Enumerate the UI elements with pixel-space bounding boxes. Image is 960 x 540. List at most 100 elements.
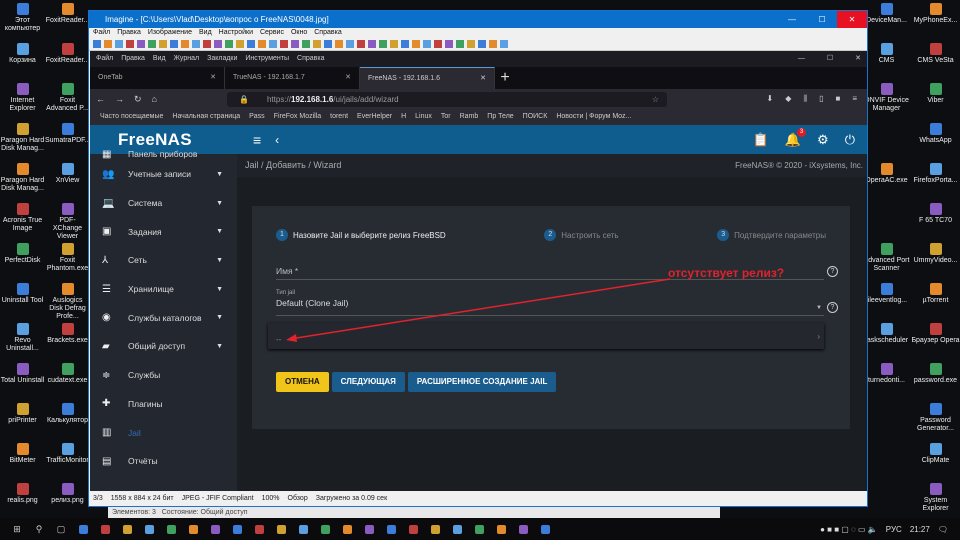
toolbar-button-icon[interactable] [225,40,233,48]
power-icon[interactable]: ⏻ [845,132,855,148]
desktop-icon[interactable]: priPrinter [0,402,45,438]
taskbar-app-icon[interactable] [360,522,378,536]
desktop-icon[interactable]: taskscheduler [862,322,911,358]
freenas-logo[interactable]: FreeNAS [90,130,237,150]
desktop-icon[interactable]: realis.png [0,482,45,518]
tab-close-icon[interactable]: ✕ [345,67,351,89]
bookmark-item[interactable]: Linux [415,109,432,125]
back-icon[interactable]: ← [96,94,105,104]
desktop-icon[interactable]: Revo Uninstall... [0,322,45,358]
desktop-icon[interactable] [862,442,911,478]
clipboard-icon[interactable]: 📋 [753,132,769,148]
desktop-icon[interactable]: FirefoxPorta... [911,162,960,198]
toolbar-button-icon[interactable] [181,40,189,48]
home-icon[interactable]: ⌂ [152,94,157,104]
toolbar-button-icon[interactable] [423,40,431,48]
taskbar-app-icon[interactable] [96,522,114,536]
bookmark-item[interactable]: Tor [441,109,451,125]
desktop-icon[interactable] [862,482,911,518]
menu-item[interactable]: Настройки [219,28,253,38]
toolbar-button-icon[interactable] [445,40,453,48]
toolbar-button-icon[interactable] [269,40,277,48]
maximize-button[interactable]: ☐ [827,51,833,67]
toolbar-button-icon[interactable] [489,40,497,48]
title-bar[interactable]: Imagine - [C:\Users\Vlad\Desktop\вопрос … [89,11,867,28]
toolbar-button-icon[interactable] [280,40,288,48]
desktop-icon[interactable]: ClipMate [911,442,960,478]
toolbar-button-icon[interactable] [302,40,310,48]
toolbar-button-icon[interactable] [401,40,409,48]
menu-item[interactable]: Изображение [148,28,192,38]
desktop-icon[interactable]: FoxitReader... [45,42,90,78]
desktop-icon[interactable] [862,122,911,158]
url-bar[interactable]: 🔒 https://192.168.1.6/ui/jails/add/wizard… [226,91,667,107]
breadcrumb-jail[interactable]: Jail [245,160,259,170]
bookmark-item[interactable]: Новости | Форум Moz... [556,109,631,125]
toolbar-button-icon[interactable] [126,40,134,48]
sidebar-item[interactable]: ▥ Jail [90,418,237,447]
menu-toggle-icon[interactable]: ≡ [253,132,261,148]
firefox-menu-item[interactable]: Справка [297,51,324,67]
desktop-icon[interactable]: BitMeter [0,442,45,478]
desktop-icon[interactable]: turnedonti... [862,362,911,398]
taskbar-app-icon[interactable] [492,522,510,536]
desktop-icon[interactable]: Калькулятор [45,402,90,438]
taskbar-app-icon[interactable] [184,522,202,536]
taskbar-app-icon[interactable] [272,522,290,536]
taskbar-app-icon[interactable] [338,522,356,536]
firefox-menu-item[interactable]: Файл [96,51,113,67]
desktop-icon[interactable]: TrafficMonitor [45,442,90,478]
browser-tab[interactable]: OneTab ✕ [90,67,225,89]
desktop-icon[interactable]: Acronis True Image [0,202,45,238]
minimize-button[interactable]: — [777,11,807,28]
taskbar-app-icon[interactable] [316,522,334,536]
close-button[interactable]: ✕ [855,51,861,67]
desktop-icon[interactable]: Корзина [0,42,45,78]
taskbar-app-icon[interactable] [140,522,158,536]
desktop-icon[interactable]: FoxitReader... [45,2,90,38]
toolbar-button-icon[interactable] [159,40,167,48]
sidebar-item[interactable]: ▤ Отчёты [90,447,237,476]
menu-item[interactable]: Вид [199,28,212,38]
desktop-icon[interactable]: релиз.png [45,482,90,518]
toolbar-button-icon[interactable] [236,40,244,48]
toolbar-button-icon[interactable] [137,40,145,48]
toolbar-button-icon[interactable] [456,40,464,48]
taskbar-app-icon[interactable] [404,522,422,536]
bookmark-item[interactable]: ПОИСК [523,109,548,125]
desktop-icon[interactable]: Этот компьютер [0,2,45,38]
desktop-icon[interactable]: µTorrent [911,282,960,318]
toolbar-button-icon[interactable] [313,40,321,48]
taskbar-app-icon[interactable] [294,522,312,536]
desktop-icon[interactable]: Internet Explorer [0,82,45,118]
toolbar-button-icon[interactable] [434,40,442,48]
toolbar-button-icon[interactable] [467,40,475,48]
desktop-icon[interactable]: cudatext.exe [45,362,90,398]
gear-icon[interactable]: ⚙ [817,132,829,148]
toolbar-button-icon[interactable] [346,40,354,48]
bookmark-item[interactable]: Pass [249,109,265,125]
desktop-icon[interactable]: Viber [911,82,960,118]
notification-center-icon[interactable]: 🗨 [938,525,948,534]
firefox-menu-item[interactable]: Вид [153,51,166,67]
desktop-icon[interactable]: Uninstall Tool [0,282,45,318]
desktop-icon[interactable]: XnView [45,162,90,198]
desktop-icon[interactable]: OperaAC.exe [862,162,911,198]
taskbar-app-icon[interactable] [228,522,246,536]
bookmark-item[interactable]: Пр Теле [487,109,513,125]
toolbar-button-icon[interactable] [412,40,420,48]
toolbar-button-icon[interactable] [324,40,332,48]
taskbar-app-icon[interactable] [514,522,532,536]
bell-icon[interactable]: 🔔 3 [785,127,807,148]
hamburger-menu-icon[interactable]: ≡ [852,94,857,104]
browser-tab[interactable]: TrueNAS - 192.168.1.7 ✕ [225,67,360,89]
tab-close-icon[interactable]: ✕ [210,67,216,89]
taskbar-app-icon[interactable] [206,522,224,536]
toolbar-button-icon[interactable] [291,40,299,48]
desktop-icon[interactable] [862,402,911,438]
addon-icon[interactable]: ■ [835,94,840,104]
menu-item[interactable]: Справка [314,28,341,38]
bookmark-item[interactable]: Ramb [460,109,479,125]
toolbar-button-icon[interactable] [379,40,387,48]
taskbar-app-icon[interactable] [74,522,92,536]
